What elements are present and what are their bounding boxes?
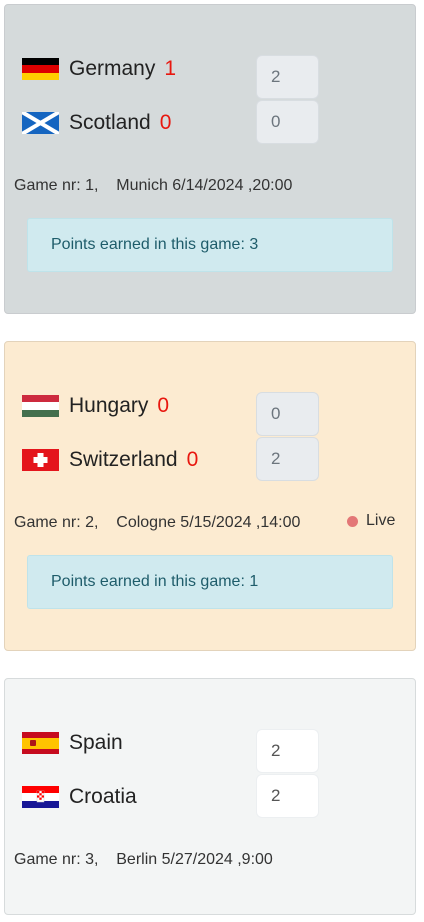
- home-prediction-input[interactable]: [256, 392, 319, 436]
- away-team-row: Scotland 0: [22, 108, 171, 138]
- live-dot-icon: [347, 515, 358, 527]
- home-team-row: Germany 1: [22, 54, 176, 84]
- points-earned-alert: Points earned in this game: 3: [27, 218, 393, 272]
- game-info: Game nr: 3, Berlin 5/27/2024 ,9:00: [14, 851, 273, 868]
- away-prediction-input[interactable]: [256, 437, 319, 481]
- away-prediction-input[interactable]: [256, 100, 319, 144]
- live-label: Live: [366, 512, 396, 529]
- game-info: Game nr: 1, Munich 6/14/2024 ,20:00: [14, 177, 293, 194]
- away-team-score: 0: [186, 448, 199, 471]
- game-card-1: Germany 1 Scotland 0 Game nr: 1, Munich …: [4, 4, 416, 314]
- game-card-2: Hungary 0 Switzerland 0 Game nr: 2, Colo…: [4, 341, 416, 651]
- home-prediction-input[interactable]: [256, 729, 319, 773]
- home-team-name: Hungary: [69, 394, 149, 417]
- away-team-score: 0: [159, 111, 172, 134]
- germany-flag-icon: [22, 58, 59, 80]
- away-team-row: Croatia: [22, 782, 146, 812]
- home-prediction-input[interactable]: [256, 55, 319, 99]
- away-team-row: Switzerland 0: [22, 445, 198, 475]
- live-status: Live: [347, 512, 395, 530]
- away-team-name: Scotland: [69, 111, 151, 134]
- home-team-score: 1: [164, 57, 177, 80]
- spain-flag-icon: [22, 732, 59, 754]
- hungary-flag-icon: [22, 395, 59, 417]
- game-card-3: Spain Croatia Game nr: 3, Berlin 5/27/20…: [4, 678, 416, 915]
- switzerland-flag-icon: [22, 449, 59, 471]
- game-info: Game nr: 2, Cologne 5/15/2024 ,14:00: [14, 514, 301, 531]
- home-team-score: 0: [157, 394, 170, 417]
- croatia-flag-icon: [22, 786, 59, 808]
- away-team-name: Croatia: [69, 785, 137, 808]
- away-prediction-input[interactable]: [256, 774, 319, 818]
- points-earned-alert: Points earned in this game: 1: [27, 555, 393, 609]
- home-team-row: Spain: [22, 728, 132, 758]
- home-team-row: Hungary 0: [22, 391, 169, 421]
- home-team-name: Germany: [69, 57, 156, 80]
- away-team-name: Switzerland: [69, 448, 178, 471]
- home-team-name: Spain: [69, 731, 123, 754]
- scotland-flag-icon: [22, 112, 59, 134]
